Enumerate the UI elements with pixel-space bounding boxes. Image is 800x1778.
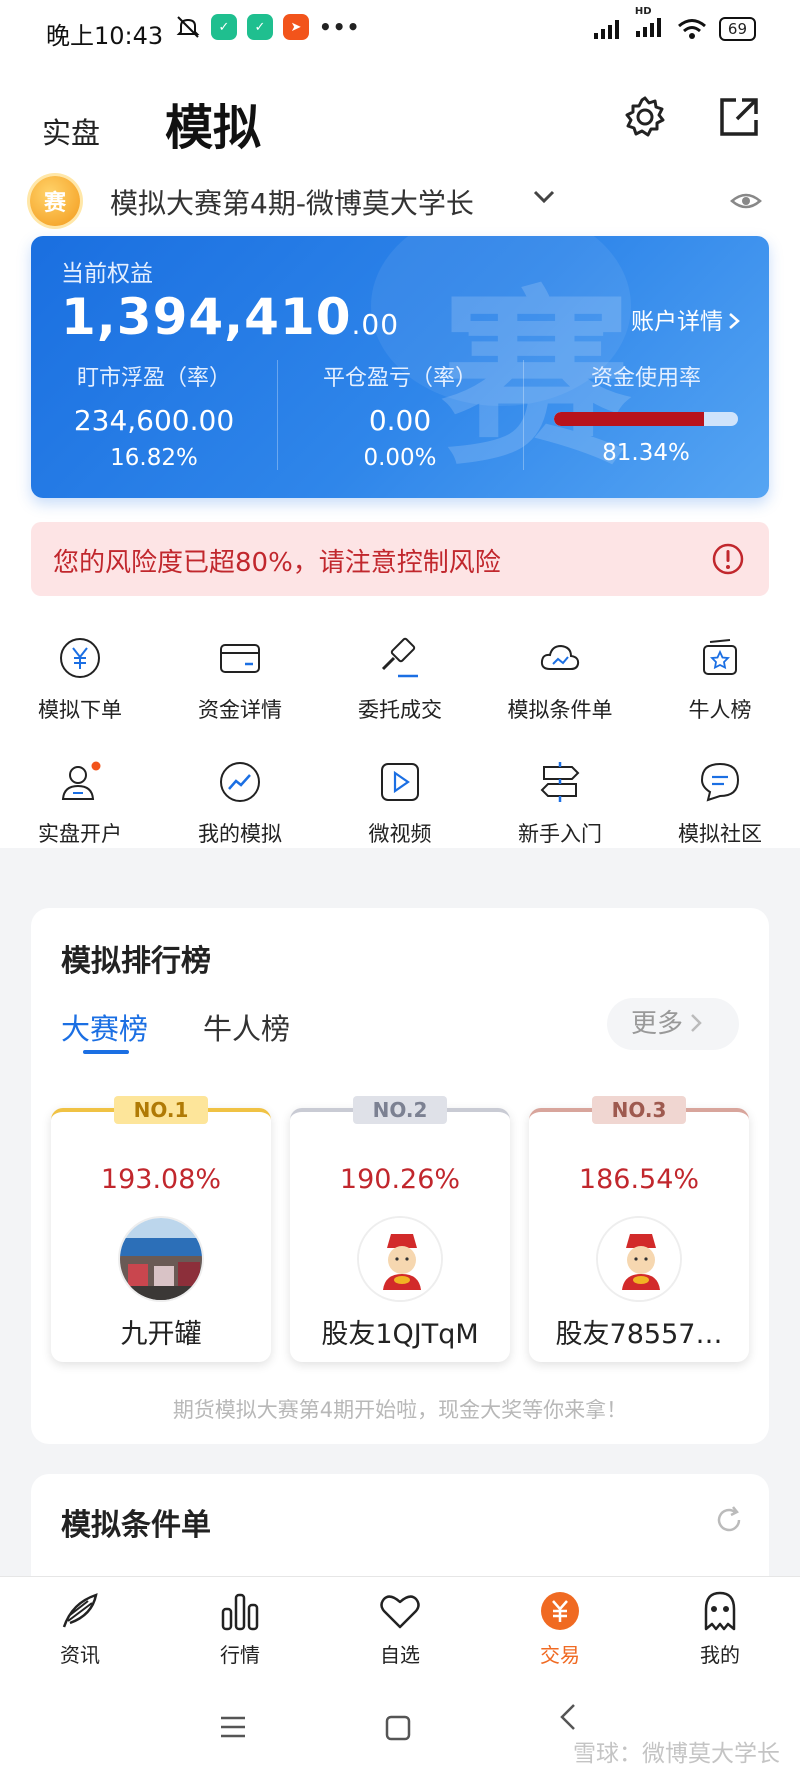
- system-navigation-bar: 雪球：微博莫大学长: [0, 1680, 800, 1778]
- rank-user-name: 股友1QJTqM: [321, 1319, 479, 1350]
- rank-return: 186.54%: [578, 1164, 700, 1195]
- tab-simulation[interactable]: 模拟: [165, 88, 261, 158]
- signpost-icon: [540, 762, 580, 802]
- equity-label: 当前权益: [61, 261, 153, 287]
- grid-micro-video[interactable]: 微视频: [320, 760, 480, 860]
- avatar: [596, 1216, 682, 1302]
- rank-badge: NO.1: [114, 1096, 208, 1124]
- nav-trade[interactable]: 交易: [505, 1589, 615, 1668]
- fund-usage-bar: [554, 412, 738, 426]
- risk-warning-text: 您的风险度已超80%，请注意控制风险: [53, 548, 501, 578]
- battery-indicator: 69: [718, 17, 756, 41]
- grid-beginner-guide[interactable]: 新手入门: [480, 760, 640, 860]
- grid-fund-detail[interactable]: 资金详情: [160, 636, 320, 736]
- wifi-icon: [677, 19, 706, 39]
- signal-icon: [593, 20, 619, 39]
- notification-icons: ✓ ✓ ➤ •••: [175, 14, 360, 40]
- nav-mine[interactable]: 我的: [665, 1589, 775, 1668]
- mute-bell-icon: [176, 16, 200, 38]
- chevron-down-icon[interactable]: [530, 182, 558, 210]
- status-bar: 晚上10:43 ✓ ✓ ➤ ••• HD 69: [0, 0, 800, 62]
- status-time: 晚上10:43: [46, 22, 164, 50]
- account-detail-link[interactable]: 账户详情: [631, 302, 741, 336]
- floating-pnl-metric: 盯市浮盈（率） 234,600.00 16.82%: [73, 366, 235, 471]
- yen-coin-icon: [541, 1592, 579, 1630]
- fund-usage-bar-fill: [554, 412, 704, 426]
- rank-card-1[interactable]: NO.1 193.08% 九开罐: [51, 1096, 271, 1362]
- avatar: [357, 1216, 443, 1302]
- rank-user-name: 九开罐: [120, 1319, 202, 1350]
- chat-icon: [700, 762, 740, 802]
- play-icon: [381, 763, 419, 801]
- rank-return: 193.08%: [100, 1164, 222, 1195]
- rank-user-name: 股友78557…: [555, 1319, 723, 1350]
- hd-signal-icon: HD: [635, 6, 665, 42]
- rank-badge: NO.3: [592, 1096, 686, 1124]
- ranking-section: 模拟排行榜 大赛榜 牛人榜 更多 NO.1 193.08% 九开罐 NO.2 1…: [31, 908, 769, 1444]
- yen-circle-icon: [60, 638, 100, 678]
- app-header: 实盘 模拟: [0, 80, 800, 160]
- bottom-navigation: 资讯 行情 自选 交易 我的: [0, 1576, 800, 1680]
- system-icons: HD 69: [593, 6, 756, 42]
- app-shield-icon: ✓: [211, 14, 237, 40]
- grid-sim-order[interactable]: 模拟下单: [0, 636, 160, 736]
- account-summary-card: 赛 当前权益 1,394,410.00 账户详情 盯市浮盈（率） 234,600…: [31, 236, 769, 498]
- more-button[interactable]: 更多: [607, 998, 739, 1050]
- contest-selector[interactable]: 赛 模拟大赛第4期-微博莫大学长: [30, 174, 770, 230]
- rank-card-2[interactable]: NO.2 190.26% 股友1QJTqM: [290, 1096, 510, 1362]
- contest-name[interactable]: 模拟大赛第4期-微博莫大学长: [110, 182, 474, 222]
- grid-experts-rank[interactable]: 牛人榜: [640, 636, 800, 736]
- menu-icon[interactable]: [218, 1714, 248, 1740]
- avatar: [118, 1216, 204, 1302]
- feather-icon: [62, 1593, 98, 1628]
- contest-promo-text[interactable]: 期货模拟大赛第4期开始啦，现金大奖等你来拿！: [31, 1394, 769, 1424]
- person-icon: [61, 761, 101, 800]
- nav-market[interactable]: 行情: [185, 1589, 295, 1668]
- refresh-icon[interactable]: [713, 1504, 745, 1536]
- grid-open-account[interactable]: 实盘开户: [0, 760, 160, 860]
- nav-watchlist[interactable]: 自选: [345, 1589, 455, 1668]
- condition-order-title: 模拟条件单: [61, 1508, 211, 1543]
- card-icon: [220, 644, 260, 673]
- home-square-icon[interactable]: [384, 1714, 412, 1742]
- contest-badge: 赛: [30, 176, 80, 226]
- grid-sim-community[interactable]: 模拟社区: [640, 760, 800, 860]
- share-export-icon[interactable]: [716, 94, 762, 140]
- gavel-icon: [381, 637, 418, 678]
- chevron-right-icon: [691, 1014, 702, 1032]
- ghost-icon: [704, 1591, 736, 1631]
- rank-return: 190.26%: [339, 1164, 461, 1195]
- grid-my-sim[interactable]: 我的模拟: [160, 760, 320, 860]
- settings-gear-icon[interactable]: [622, 94, 668, 140]
- equity-value: 1,394,410.00: [61, 288, 400, 346]
- rank-card-3[interactable]: NO.3 186.54% 股友78557…: [529, 1096, 749, 1362]
- app-send-icon: ➤: [283, 14, 309, 40]
- back-chevron-icon[interactable]: [556, 1702, 580, 1732]
- tab-contest-rank[interactable]: 大赛榜: [61, 1006, 148, 1048]
- nav-news[interactable]: 资讯: [25, 1589, 135, 1668]
- eye-icon[interactable]: [730, 186, 762, 216]
- rank-badge: NO.2: [353, 1096, 447, 1124]
- grid-orders-fills[interactable]: 委托成交: [320, 636, 480, 736]
- active-tab-indicator: [83, 1050, 129, 1054]
- bars-icon: [221, 1593, 259, 1631]
- fund-usage-metric: 资金使用率 81.34%: [523, 360, 769, 466]
- grid-condition-order[interactable]: 模拟条件单: [480, 636, 640, 736]
- tab-experts-rank[interactable]: 牛人榜: [203, 1006, 290, 1048]
- trend-icon: [220, 762, 260, 802]
- ranking-title: 模拟排行榜: [61, 944, 211, 979]
- app-shield-icon-2: ✓: [247, 14, 273, 40]
- cloud-icon: [540, 644, 580, 670]
- image-watermark: 雪球：微博莫大学长: [573, 1741, 780, 1767]
- more-notifications: •••: [319, 15, 361, 39]
- star-box-icon: [703, 639, 737, 675]
- alert-icon[interactable]: [711, 542, 745, 576]
- chevron-right-icon[interactable]: [727, 311, 741, 331]
- closed-pnl-metric: 平仓盈亏（率） 0.00 0.00%: [322, 366, 477, 471]
- risk-warning-banner: 您的风险度已超80%，请注意控制风险: [31, 522, 769, 596]
- tab-real-trading[interactable]: 实盘: [42, 110, 100, 152]
- heart-icon: [380, 1595, 420, 1629]
